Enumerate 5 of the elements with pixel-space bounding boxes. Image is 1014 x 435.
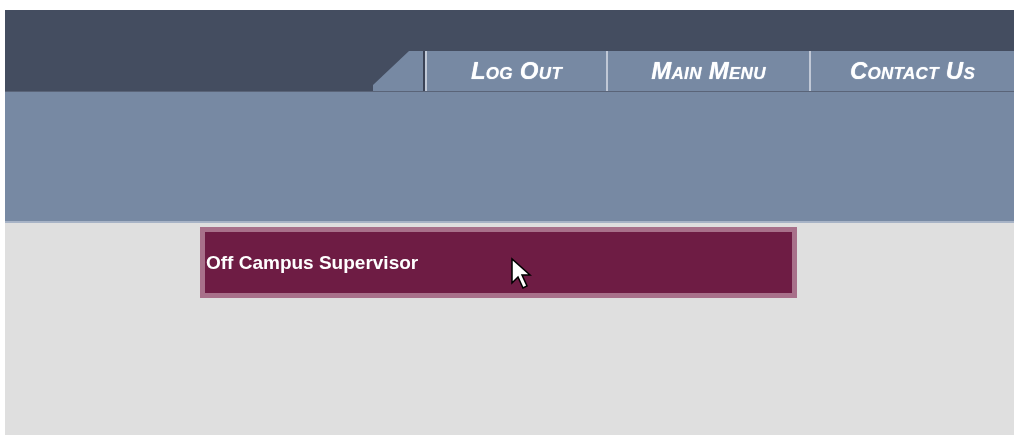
nav-tab[interactable]: Contact Us bbox=[809, 51, 1014, 91]
nav-tab[interactable]: Log Out bbox=[425, 51, 606, 91]
tab-corner-icon bbox=[373, 51, 423, 91]
role-button[interactable]: Off Campus Supervisor bbox=[200, 227, 797, 298]
nav-tab[interactable]: Main Menu bbox=[606, 51, 809, 91]
